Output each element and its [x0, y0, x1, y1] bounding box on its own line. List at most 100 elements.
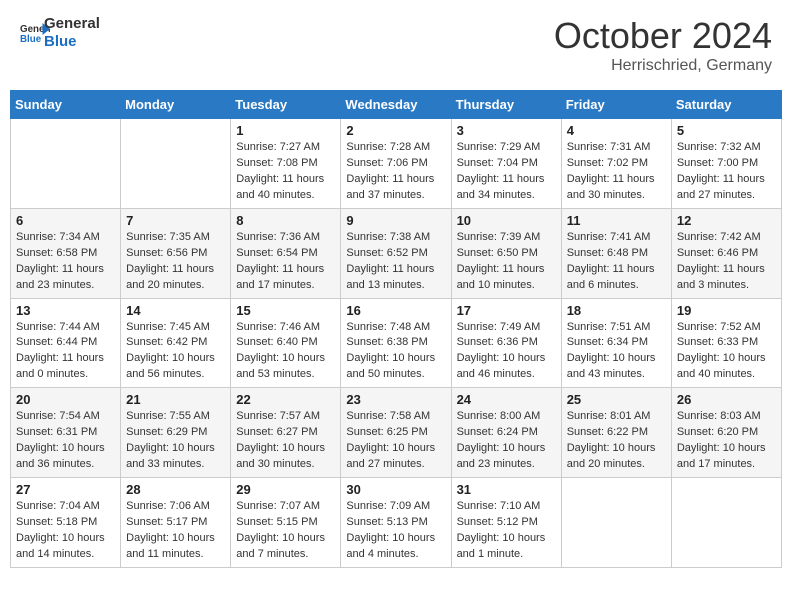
day-number: 4 — [567, 123, 666, 138]
day-number: 29 — [236, 482, 335, 497]
day-info: Sunrise: 8:00 AM Sunset: 6:24 PM Dayligh… — [457, 409, 556, 473]
calendar-cell: 21 Sunrise: 7:55 AM Sunset: 6:29 PM Dayli… — [121, 388, 231, 478]
calendar-cell: 19 Sunrise: 7:52 AM Sunset: 6:33 PM Dayli… — [671, 298, 781, 388]
weekday-header-wednesday: Wednesday — [341, 91, 451, 119]
day-info: Sunrise: 7:10 AM Sunset: 5:12 PM Dayligh… — [457, 499, 556, 563]
calendar-cell: 4Sunrise: 7:31 AM Sunset: 7:02 PM Daylig… — [561, 119, 671, 209]
day-number: 21 — [126, 392, 225, 407]
month-title: October 2024 — [554, 15, 772, 57]
calendar-cell: 26Sunrise: 8:03 AM Sunset: 6:20 PM Dayli… — [671, 388, 781, 478]
calendar-cell: 16 Sunrise: 7:48 AM Sunset: 6:38 PM Dayli… — [341, 298, 451, 388]
weekday-header-saturday: Saturday — [671, 91, 781, 119]
day-number: 13 — [16, 303, 115, 318]
calendar-cell: 3 Sunrise: 7:29 AM Sunset: 7:04 PM Daylig… — [451, 119, 561, 209]
calendar-cell: 18 Sunrise: 7:51 AM Sunset: 6:34 PM Dayli… — [561, 298, 671, 388]
day-number: 16 — [346, 303, 445, 318]
calendar-cell: 14Sunrise: 7:45 AM Sunset: 6:42 PM Dayli… — [121, 298, 231, 388]
weekday-header-friday: Friday — [561, 91, 671, 119]
day-number: 23 — [346, 392, 445, 407]
weekday-header-row: SundayMondayTuesdayWednesdayThursdayFrid… — [11, 91, 782, 119]
calendar-cell: 5Sunrise: 7:32 AM Sunset: 7:00 PM Daylig… — [671, 119, 781, 209]
day-info: Sunrise: 7:42 AM Sunset: 6:46 PM Dayligh… — [677, 230, 776, 294]
calendar-cell: 30 Sunrise: 7:09 AM Sunset: 5:13 PM Dayli… — [341, 478, 451, 568]
calendar-cell: 23 Sunrise: 7:58 AM Sunset: 6:25 PM Dayli… — [341, 388, 451, 478]
day-number: 19 — [677, 303, 776, 318]
day-info: Sunrise: 7:09 AM Sunset: 5:13 PM Dayligh… — [346, 499, 445, 563]
logo-line2: Blue — [44, 33, 100, 51]
calendar-cell: 11 Sunrise: 7:41 AM Sunset: 6:48 PM Dayli… — [561, 208, 671, 298]
day-info: Sunrise: 7:38 AM Sunset: 6:52 PM Dayligh… — [346, 230, 445, 294]
calendar-cell: 9 Sunrise: 7:38 AM Sunset: 6:52 PM Daylig… — [341, 208, 451, 298]
calendar-week-4: 20 Sunrise: 7:54 AM Sunset: 6:31 PM Dayli… — [11, 388, 782, 478]
day-info: Sunrise: 7:07 AM Sunset: 5:15 PM Dayligh… — [236, 499, 335, 563]
day-number: 24 — [457, 392, 556, 407]
day-info: Sunrise: 7:29 AM Sunset: 7:04 PM Dayligh… — [457, 140, 556, 204]
day-number: 3 — [457, 123, 556, 138]
day-info: Sunrise: 7:28 AM Sunset: 7:06 PM Dayligh… — [346, 140, 445, 204]
calendar-cell: 7 Sunrise: 7:35 AM Sunset: 6:56 PM Daylig… — [121, 208, 231, 298]
svg-text:Blue: Blue — [20, 33, 42, 44]
day-number: 5 — [677, 123, 776, 138]
calendar-cell — [671, 478, 781, 568]
day-number: 14 — [126, 303, 225, 318]
weekday-header-monday: Monday — [121, 91, 231, 119]
calendar-cell: 12Sunrise: 7:42 AM Sunset: 6:46 PM Dayli… — [671, 208, 781, 298]
calendar-cell — [11, 119, 121, 209]
day-info: Sunrise: 7:55 AM Sunset: 6:29 PM Dayligh… — [126, 409, 225, 473]
day-number: 25 — [567, 392, 666, 407]
day-number: 10 — [457, 213, 556, 228]
calendar-cell: 15 Sunrise: 7:46 AM Sunset: 6:40 PM Dayli… — [231, 298, 341, 388]
calendar-week-2: 6Sunrise: 7:34 AM Sunset: 6:58 PM Daylig… — [11, 208, 782, 298]
day-info: Sunrise: 7:52 AM Sunset: 6:33 PM Dayligh… — [677, 320, 776, 384]
calendar-week-5: 27 Sunrise: 7:04 AM Sunset: 5:18 PM Dayli… — [11, 478, 782, 568]
location: Herrischried, Germany — [554, 57, 772, 75]
calendar-cell: 13Sunrise: 7:44 AM Sunset: 6:44 PM Dayli… — [11, 298, 121, 388]
day-number: 9 — [346, 213, 445, 228]
day-info: Sunrise: 7:46 AM Sunset: 6:40 PM Dayligh… — [236, 320, 335, 384]
day-number: 17 — [457, 303, 556, 318]
day-number: 20 — [16, 392, 115, 407]
calendar-week-3: 13Sunrise: 7:44 AM Sunset: 6:44 PM Dayli… — [11, 298, 782, 388]
day-info: Sunrise: 7:54 AM Sunset: 6:31 PM Dayligh… — [16, 409, 115, 473]
day-number: 31 — [457, 482, 556, 497]
title-block: October 2024 Herrischried, Germany — [554, 15, 772, 75]
day-info: Sunrise: 7:27 AM Sunset: 7:08 PM Dayligh… — [236, 140, 335, 204]
day-number: 28 — [126, 482, 225, 497]
day-info: Sunrise: 7:49 AM Sunset: 6:36 PM Dayligh… — [457, 320, 556, 384]
day-info: Sunrise: 7:39 AM Sunset: 6:50 PM Dayligh… — [457, 230, 556, 294]
day-info: Sunrise: 7:35 AM Sunset: 6:56 PM Dayligh… — [126, 230, 225, 294]
page-header: General Blue General Blue October 2024 H… — [10, 10, 782, 80]
logo: General Blue General Blue — [20, 15, 100, 51]
calendar-cell: 25 Sunrise: 8:01 AM Sunset: 6:22 PM Dayli… — [561, 388, 671, 478]
day-info: Sunrise: 8:01 AM Sunset: 6:22 PM Dayligh… — [567, 409, 666, 473]
day-number: 30 — [346, 482, 445, 497]
day-number: 11 — [567, 213, 666, 228]
day-info: Sunrise: 7:48 AM Sunset: 6:38 PM Dayligh… — [346, 320, 445, 384]
day-info: Sunrise: 7:51 AM Sunset: 6:34 PM Dayligh… — [567, 320, 666, 384]
day-info: Sunrise: 7:04 AM Sunset: 5:18 PM Dayligh… — [16, 499, 115, 563]
calendar-cell: 20 Sunrise: 7:54 AM Sunset: 6:31 PM Dayli… — [11, 388, 121, 478]
day-info: Sunrise: 7:57 AM Sunset: 6:27 PM Dayligh… — [236, 409, 335, 473]
calendar-cell: 1Sunrise: 7:27 AM Sunset: 7:08 PM Daylig… — [231, 119, 341, 209]
calendar-table: SundayMondayTuesdayWednesdayThursdayFrid… — [10, 90, 782, 568]
calendar-cell: 28 Sunrise: 7:06 AM Sunset: 5:17 PM Dayli… — [121, 478, 231, 568]
weekday-header-sunday: Sunday — [11, 91, 121, 119]
calendar-cell: 24 Sunrise: 8:00 AM Sunset: 6:24 PM Dayli… — [451, 388, 561, 478]
day-number: 7 — [126, 213, 225, 228]
calendar-cell — [121, 119, 231, 209]
calendar-cell: 22Sunrise: 7:57 AM Sunset: 6:27 PM Dayli… — [231, 388, 341, 478]
calendar-cell — [561, 478, 671, 568]
calendar-cell: 17 Sunrise: 7:49 AM Sunset: 6:36 PM Dayli… — [451, 298, 561, 388]
day-number: 27 — [16, 482, 115, 497]
day-number: 18 — [567, 303, 666, 318]
day-info: Sunrise: 7:06 AM Sunset: 5:17 PM Dayligh… — [126, 499, 225, 563]
day-info: Sunrise: 7:58 AM Sunset: 6:25 PM Dayligh… — [346, 409, 445, 473]
day-info: Sunrise: 7:41 AM Sunset: 6:48 PM Dayligh… — [567, 230, 666, 294]
calendar-cell: 2Sunrise: 7:28 AM Sunset: 7:06 PM Daylig… — [341, 119, 451, 209]
day-number: 26 — [677, 392, 776, 407]
calendar-cell: 31 Sunrise: 7:10 AM Sunset: 5:12 PM Dayli… — [451, 478, 561, 568]
logo-line1: General — [44, 15, 100, 33]
day-number: 8 — [236, 213, 335, 228]
day-number: 15 — [236, 303, 335, 318]
calendar-cell: 10 Sunrise: 7:39 AM Sunset: 6:50 PM Dayli… — [451, 208, 561, 298]
